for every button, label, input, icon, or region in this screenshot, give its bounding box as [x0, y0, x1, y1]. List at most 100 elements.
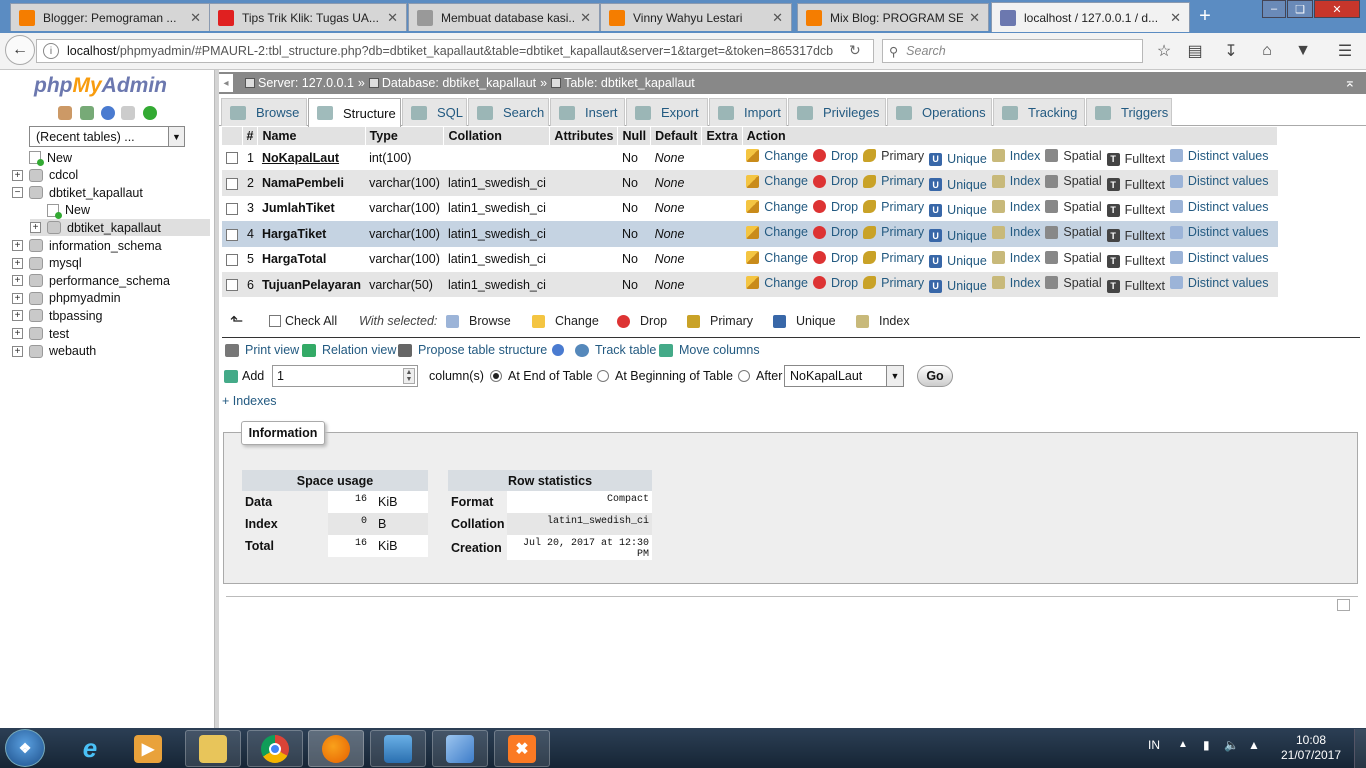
action-fulltext[interactable]: T Fulltext — [1106, 279, 1165, 293]
move-columns-link[interactable]: Move columns — [659, 343, 760, 357]
browser-tab[interactable]: Tips Trik Klik: Tugas UA... ✕ — [209, 3, 407, 31]
action-primary[interactable]: Primary — [863, 251, 924, 265]
cell-name[interactable]: HargaTiket — [257, 221, 366, 247]
action-spatial[interactable]: Spatial — [1045, 149, 1102, 163]
bulk-unique-button[interactable]: Unique — [773, 311, 836, 331]
action-unique[interactable]: U Unique — [929, 254, 987, 268]
cell-name[interactable]: HargaTotal — [257, 246, 366, 272]
breadcrumb-table[interactable]: Table: dbtiket_kapallaut — [564, 76, 695, 90]
search-field[interactable]: ⚲ Search — [882, 39, 1143, 63]
stepper-icon[interactable]: ▲ ▼ — [403, 368, 415, 384]
close-window-button[interactable]: ✕ — [1314, 0, 1360, 18]
action-index[interactable]: Index — [991, 276, 1040, 290]
browser-tab[interactable]: Blogger: Pemograman ... ✕ — [10, 3, 210, 31]
tab-sql[interactable]: SQL — [402, 98, 467, 126]
print-view-link[interactable]: Print view — [225, 343, 299, 357]
close-tab-icon[interactable]: ✕ — [190, 10, 201, 26]
tray-show-hidden-icon[interactable]: ▲ — [1178, 739, 1188, 750]
phpmyadmin-logo[interactable]: phpMyAdmin — [34, 74, 167, 98]
action-spatial[interactable]: Spatial — [1045, 174, 1102, 188]
bulk-drop-button[interactable]: Drop — [617, 311, 667, 331]
add-columns-count-input[interactable]: 1 ▲ ▼ — [272, 365, 418, 387]
docs-icon[interactable] — [121, 106, 135, 120]
go-button[interactable]: Go — [917, 365, 953, 387]
start-button[interactable]: ❖ — [5, 729, 45, 767]
url-bar[interactable]: i localhost/phpmyadmin/#PMAURL-2:tbl_str… — [36, 39, 874, 63]
close-tab-icon[interactable]: ✕ — [1170, 10, 1181, 26]
nav-tree-item[interactable]: New — [30, 202, 90, 219]
action-index[interactable]: Index — [991, 200, 1040, 214]
action-fulltext[interactable]: T Fulltext — [1106, 203, 1165, 217]
action-drop[interactable]: Drop — [813, 251, 858, 265]
tray-language[interactable]: IN — [1148, 738, 1160, 752]
tab-insert[interactable]: Insert — [550, 98, 625, 126]
bulk-index-button[interactable]: Index — [856, 311, 910, 331]
row-checkbox[interactable] — [222, 170, 242, 196]
bulk-primary-button[interactable]: Primary — [687, 311, 753, 331]
nav-tree-item[interactable]: + phpmyadmin — [12, 290, 121, 307]
close-tab-icon[interactable]: ✕ — [580, 10, 591, 26]
internet-explorer-icon[interactable]: e — [62, 730, 118, 767]
recent-tables-select[interactable]: (Recent tables) ... ▼ — [29, 126, 185, 147]
action-primary[interactable]: Primary — [863, 200, 924, 214]
action-unique[interactable]: U Unique — [929, 203, 987, 217]
download-icon[interactable]: ↧ — [1220, 40, 1242, 62]
after-column-select[interactable]: NoKapalLaut ▼ — [784, 365, 904, 387]
action-drop[interactable]: Drop — [813, 200, 858, 214]
menu-icon[interactable]: ☰ — [1334, 40, 1356, 62]
action-spatial[interactable]: Spatial — [1045, 276, 1102, 290]
photo-viewer-icon[interactable] — [370, 730, 426, 767]
panel-divider[interactable] — [215, 70, 219, 728]
battery-icon[interactable]: ▮ — [1203, 738, 1210, 752]
tab-structure[interactable]: Structure — [308, 98, 401, 127]
tab-export[interactable]: Export — [626, 98, 708, 126]
cell-name[interactable]: NoKapalLaut — [257, 145, 366, 171]
indexes-toggle-link[interactable]: + Indexes — [222, 394, 277, 408]
action-unique[interactable]: U Unique — [929, 229, 987, 243]
relation-view-link[interactable]: Relation view — [302, 343, 396, 357]
expand-icon[interactable]: + — [12, 328, 23, 339]
media-player-icon[interactable]: ▶ — [120, 730, 176, 767]
tab-privileges[interactable]: Privileges — [788, 98, 886, 126]
tab-import[interactable]: Import — [709, 98, 787, 126]
row-checkbox[interactable] — [222, 145, 242, 171]
action-primary[interactable]: Primary — [863, 225, 924, 239]
action-distinct-values[interactable]: Distinct values — [1169, 200, 1269, 214]
action-index[interactable]: Index — [991, 174, 1040, 188]
action-index[interactable]: Index — [991, 251, 1040, 265]
close-tab-icon[interactable]: ✕ — [772, 10, 783, 26]
help-icon[interactable] — [101, 106, 115, 120]
network-signal-icon[interactable]: ▲ — [1248, 738, 1260, 752]
console-toggle-icon[interactable] — [1337, 599, 1350, 611]
browser-tab[interactable]: Mix Blog: PROGRAM SE... ✕ — [797, 3, 989, 31]
reload-nav-icon[interactable] — [143, 106, 157, 120]
action-distinct-values[interactable]: Distinct values — [1169, 225, 1269, 239]
action-fulltext[interactable]: T Fulltext — [1106, 254, 1165, 268]
nav-tree-item[interactable]: + dbtiket_kapallaut — [30, 219, 210, 237]
row-checkbox[interactable] — [222, 221, 242, 247]
nav-tree-item[interactable]: + webauth — [12, 343, 96, 360]
action-unique[interactable]: U Unique — [929, 279, 987, 293]
help-icon[interactable] — [552, 344, 565, 356]
action-fulltext[interactable]: T Fulltext — [1106, 152, 1165, 166]
nav-tree-item[interactable]: + test — [12, 325, 69, 342]
taskbar-clock[interactable]: 10:08 21/07/2017 — [1280, 733, 1342, 763]
collapse-top-icon[interactable]: ⌅ — [1344, 74, 1356, 91]
action-distinct-values[interactable]: Distinct values — [1169, 251, 1269, 265]
site-info-icon[interactable]: i — [43, 43, 59, 59]
nav-tree-item[interactable]: − dbtiket_kapallaut — [12, 184, 143, 201]
expand-icon[interactable]: + — [30, 222, 41, 234]
browser-tab[interactable]: Vinny Wahyu Lestari ✕ — [600, 3, 792, 31]
expand-icon[interactable]: − — [12, 187, 23, 199]
cell-name[interactable]: JumlahTiket — [257, 195, 366, 222]
action-spatial[interactable]: Spatial — [1045, 200, 1102, 214]
minimize-button[interactable]: – — [1262, 0, 1286, 18]
action-primary[interactable]: Primary — [863, 276, 924, 290]
close-tab-icon[interactable]: ✕ — [969, 10, 980, 26]
close-tab-icon[interactable]: ✕ — [387, 10, 398, 26]
action-unique[interactable]: U Unique — [929, 178, 987, 192]
reload-icon[interactable]: ↻ — [849, 42, 861, 59]
expand-icon[interactable]: + — [12, 292, 23, 304]
row-checkbox[interactable] — [222, 195, 242, 222]
table-row[interactable]: 5 HargaTotal varchar(100) latin1_swedish_ci… — [222, 246, 1278, 272]
